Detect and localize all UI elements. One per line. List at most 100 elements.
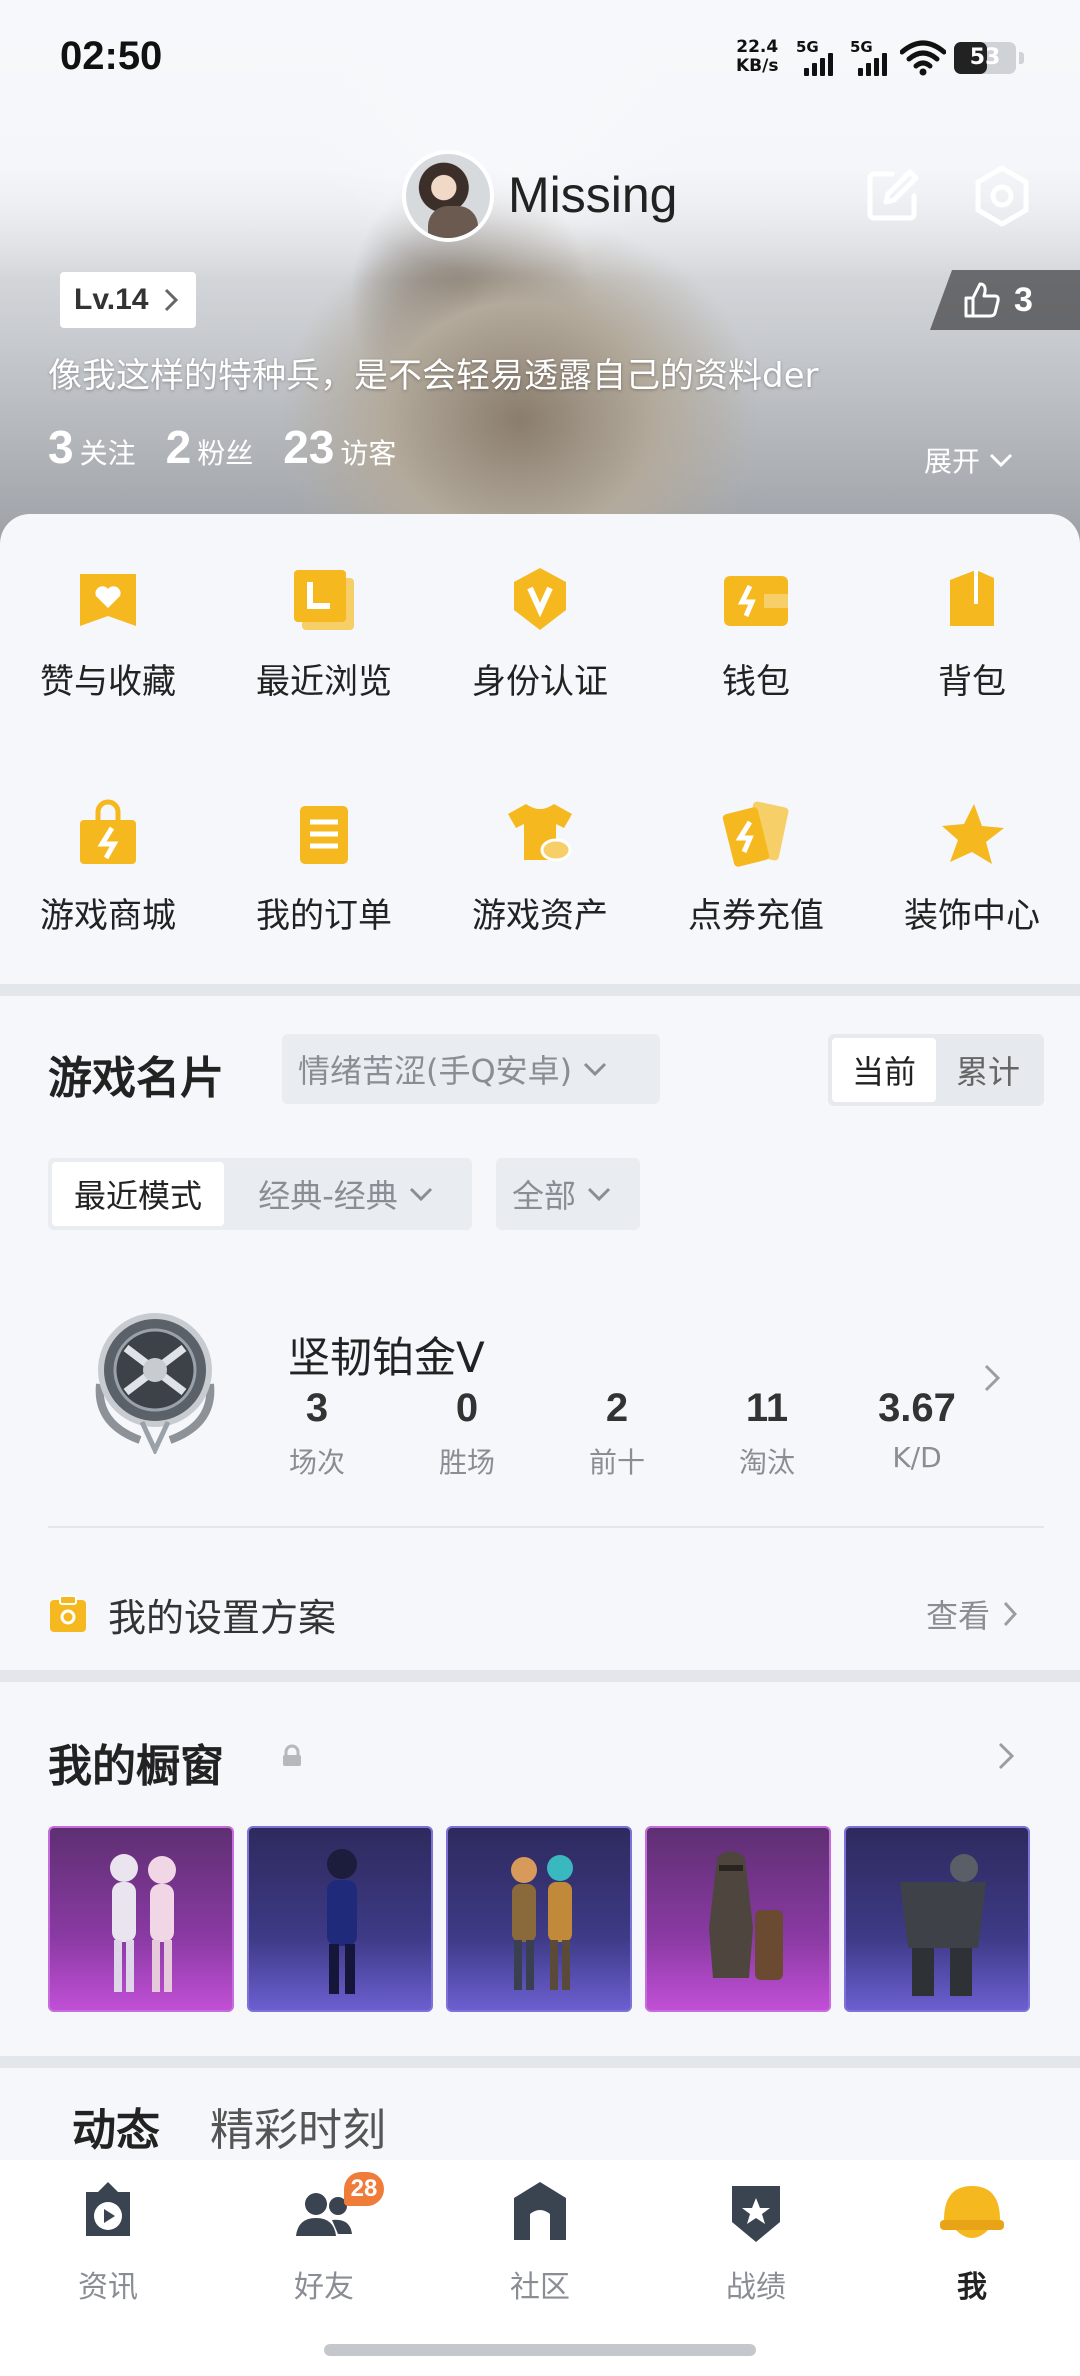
menu-wallet[interactable]: 钱包 [648, 514, 864, 748]
tab-highlights[interactable]: 精彩时刻 [210, 2094, 386, 2158]
avatar[interactable] [402, 150, 494, 242]
mode-dropdown[interactable]: 经典-经典 [224, 1162, 468, 1226]
nav-me[interactable]: 我 [864, 2160, 1080, 2310]
stat-wins: 0 胜场 [392, 1386, 542, 1481]
community-house-icon [514, 2182, 566, 2240]
showcase-item[interactable] [645, 1826, 831, 2012]
rank-stats: 3 场次 0 胜场 2 前十 11 淘汰 3.67 K/D [242, 1386, 992, 1481]
following-label[interactable]: 关注 [80, 432, 136, 472]
stat-label: 胜场 [438, 1446, 495, 1479]
order-clipboard-icon [300, 806, 348, 864]
menu-identity-verification[interactable]: 身份认证 [432, 514, 648, 748]
showcase-item[interactable] [48, 1826, 234, 2012]
home-indicator[interactable] [324, 2344, 756, 2356]
filter-dropdown[interactable]: 全部 [496, 1158, 640, 1230]
expand-label: 展开 [924, 445, 981, 478]
menu-game-store[interactable]: 游戏商城 [0, 748, 216, 980]
stat-value: 11 [745, 1386, 789, 1430]
nav-community[interactable]: 社区 [432, 2160, 648, 2310]
my-settings-label: 我的设置方案 [108, 1595, 337, 1640]
wallet-icon [724, 576, 788, 626]
menu-label: 赞与收藏 [40, 662, 176, 702]
chevron-right-icon [1003, 1601, 1018, 1627]
stat-value: 3.67 [878, 1386, 956, 1430]
stat-kd: 3.67 K/D [842, 1386, 992, 1481]
bio-text: 像我这样的特种兵，是不会轻易透露自己的资料der [48, 356, 819, 396]
menu-label: 最近浏览 [256, 662, 392, 702]
nav-label: 资讯 [78, 2270, 138, 2305]
my-settings-row[interactable]: 我的设置方案 查看 [48, 1562, 1044, 1666]
chevron-right-icon[interactable] [996, 1740, 1016, 1772]
nav-friends[interactable]: 28 好友 [216, 2160, 432, 2310]
network-speed-value: 22.4 [736, 37, 779, 57]
thumbs-up-icon [964, 282, 1000, 318]
network-speed: 22.4 KB/s [736, 38, 778, 76]
level-badge[interactable]: Lv.14 [60, 272, 196, 328]
scope-toggle: 当前 累计 [828, 1034, 1044, 1106]
following-count[interactable]: 3 [48, 420, 74, 474]
heart-folder-icon [80, 574, 136, 626]
tab-activity[interactable]: 动态 [72, 2094, 160, 2158]
settings-icon[interactable] [968, 162, 1036, 230]
menu-game-assets[interactable]: 游戏资产 [432, 748, 648, 980]
main-panel: 赞与收藏 最近浏览 身份认证 钱包 背包 游戏商城 我的订单 游戏资产 点券充值… [0, 514, 1080, 2164]
menu-decoration-center[interactable]: 装饰中心 [864, 748, 1080, 980]
section-divider [0, 1670, 1080, 1682]
expand-button[interactable]: 展开 [924, 440, 1014, 480]
menu-label: 点券充值 [688, 896, 824, 936]
account-dropdown[interactable]: 情绪苦涩(手Q安卓) [282, 1034, 660, 1104]
menu-backpack[interactable]: 背包 [864, 514, 1080, 748]
profile-stats: 3 关注 2 粉丝 23 访客 [48, 420, 426, 474]
tab-current[interactable]: 当前 [832, 1038, 936, 1102]
nav-news[interactable]: 资讯 [0, 2160, 216, 2310]
menu-label: 钱包 [722, 662, 790, 702]
menu-label: 背包 [938, 662, 1006, 702]
record-shield-icon [732, 2186, 780, 2242]
nav-label: 战绩 [726, 2270, 786, 2305]
status-bar: 02:50 22.4 KB/s 5G 5G 53 [0, 0, 1080, 118]
edit-icon[interactable] [858, 162, 926, 230]
voucher-cards-icon [722, 801, 789, 867]
visitors-label[interactable]: 访客 [340, 432, 396, 472]
wifi-icon [900, 40, 946, 76]
friends-badge: 28 [344, 2172, 384, 2206]
followers-count[interactable]: 2 [166, 420, 192, 474]
stat-value: 2 [605, 1386, 629, 1430]
stat-value: 3 [305, 1386, 329, 1430]
signal-icon: 5G [850, 38, 894, 78]
play-news-icon [86, 2182, 130, 2236]
stat-matches: 3 场次 [242, 1386, 392, 1481]
recent-mode-tab[interactable]: 最近模式 [52, 1162, 224, 1226]
outfit-image [900, 1854, 986, 1996]
network-speed-unit: KB/s [736, 56, 779, 76]
battery-percent: 53 [969, 45, 1001, 70]
followers-label[interactable]: 粉丝 [197, 432, 253, 472]
menu-label: 游戏资产 [472, 896, 608, 936]
section-divider [0, 984, 1080, 996]
rank-name: 坚韧铂金Ⅴ [288, 1333, 485, 1382]
section-divider [0, 2056, 1080, 2068]
menu-likes-favorites[interactable]: 赞与收藏 [0, 514, 216, 748]
likes-badge[interactable]: 3 [930, 270, 1080, 330]
showcase-item[interactable] [446, 1826, 632, 2012]
menu-label: 游戏商城 [40, 896, 176, 936]
tab-cumulative[interactable]: 累计 [936, 1038, 1040, 1102]
likes-count: 3 [1014, 280, 1033, 319]
showcase-item[interactable] [247, 1826, 433, 2012]
view-link[interactable]: 查看 [926, 1591, 1018, 1637]
showcase-item[interactable] [844, 1826, 1030, 2012]
verified-badge-icon [514, 568, 566, 630]
feed-tabs: 动态 精彩时刻 [72, 2094, 386, 2158]
menu-my-orders[interactable]: 我的订单 [216, 748, 432, 980]
signal-icon: 5G [796, 38, 840, 78]
visitors-count[interactable]: 23 [283, 420, 334, 474]
menu-recent-views[interactable]: 最近浏览 [216, 514, 432, 748]
function-grid: 赞与收藏 最近浏览 身份认证 钱包 背包 游戏商城 我的订单 游戏资产 点券充值… [0, 514, 1080, 980]
nav-records[interactable]: 战绩 [648, 2160, 864, 2310]
mode-value: 经典-经典 [258, 1177, 398, 1215]
outfit-image [511, 1855, 573, 1990]
history-icon [294, 570, 354, 630]
tshirt-coin-icon [508, 804, 572, 862]
outfit-image [110, 1854, 176, 1992]
menu-voucher-recharge[interactable]: 点券充值 [648, 748, 864, 980]
